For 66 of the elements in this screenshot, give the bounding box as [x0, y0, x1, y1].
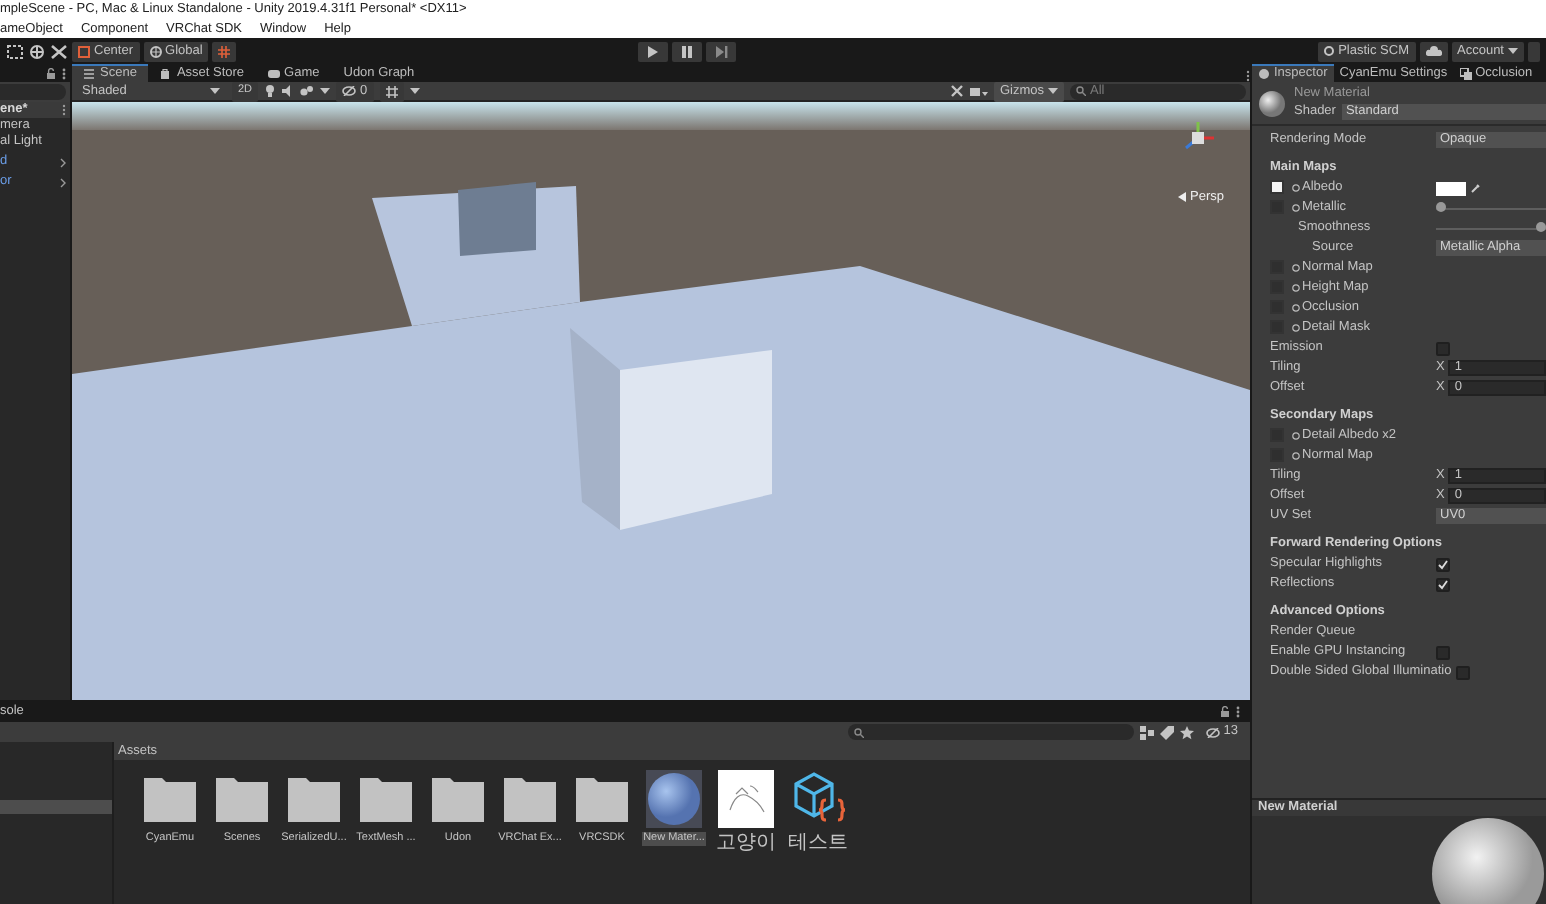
grid-icon: [385, 85, 398, 97]
globe-icon: [149, 45, 162, 57]
caret-icon[interactable]: [409, 87, 420, 95]
eye-slash-icon: [342, 86, 357, 96]
object-picker-icon[interactable]: [1292, 203, 1300, 212]
slider-thumb[interactable]: [1536, 222, 1546, 232]
camera-icon[interactable]: [969, 85, 988, 97]
eye-slash-icon: [1205, 727, 1220, 737]
light-bulb-icon[interactable]: [264, 84, 277, 98]
search-field[interactable]: [847, 724, 1134, 740]
checkbox[interactable]: [1436, 341, 1450, 355]
filter-type-icon[interactable]: [1139, 725, 1154, 739]
occlusion-icon: [1459, 67, 1472, 79]
pivot-icon: [78, 45, 90, 57]
asset-label[interactable]: 고양이: [714, 832, 778, 856]
grid-icon: [218, 45, 231, 57]
texture-slot[interactable]: [1270, 180, 1284, 195]
gamepad-icon: [268, 67, 281, 79]
grid-button[interactable]: [379, 81, 404, 101]
pause-button[interactable]: [672, 41, 703, 61]
asset-label[interactable]: 테스트: [786, 832, 850, 856]
object-picker-icon[interactable]: [1292, 303, 1300, 312]
checkbox[interactable]: [1436, 577, 1450, 591]
search-icon: [853, 727, 864, 737]
object-picker-icon[interactable]: [1292, 263, 1300, 272]
play-icon: [648, 45, 659, 57]
speaker-icon[interactable]: [282, 84, 295, 98]
custom-tool-icon[interactable]: [50, 43, 68, 59]
step-button[interactable]: [706, 41, 737, 61]
caret-icon: [1508, 47, 1518, 55]
eyedropper-icon[interactable]: [1470, 182, 1482, 194]
rect-tool-icon[interactable]: [6, 43, 24, 59]
info-icon: [1258, 68, 1270, 80]
caret-icon: [210, 87, 220, 95]
play-button[interactable]: [638, 41, 669, 61]
search-icon: [1076, 86, 1086, 96]
color-field[interactable]: [1436, 181, 1466, 195]
scene-icon: [84, 68, 96, 80]
caret-icon[interactable]: [320, 87, 331, 95]
search-field[interactable]: [0, 84, 66, 100]
tools-icon[interactable]: [949, 84, 964, 98]
object-picker-icon[interactable]: [1292, 283, 1300, 292]
pause-icon: [682, 45, 693, 57]
cloud-icon: [1425, 46, 1441, 56]
bag-icon: [160, 67, 173, 79]
material-sphere-icon: [1258, 89, 1286, 117]
slider-thumb[interactable]: [1436, 202, 1446, 212]
script-icon[interactable]: [790, 770, 846, 828]
object-picker-icon[interactable]: [1292, 323, 1300, 332]
caret-left-icon: [1178, 192, 1187, 203]
object-picker-icon[interactable]: [1292, 451, 1300, 460]
caret-icon: [1048, 87, 1058, 95]
object-picker-icon[interactable]: [1292, 183, 1300, 192]
cloud-button[interactable]: [1419, 41, 1447, 61]
checkbox[interactable]: [1455, 665, 1470, 679]
checkbox[interactable]: [1436, 645, 1450, 659]
transform-tool-icon[interactable]: [28, 43, 46, 59]
lock-icon[interactable]: [1220, 706, 1230, 718]
effects-icon[interactable]: [300, 84, 315, 98]
material-sphere-icon[interactable]: [646, 770, 702, 828]
star-icon[interactable]: [1179, 725, 1194, 739]
object-picker-icon[interactable]: [1292, 431, 1300, 440]
snap-button[interactable]: [212, 41, 237, 61]
lock-icon[interactable]: [46, 67, 56, 79]
checkbox[interactable]: [1436, 557, 1450, 571]
step-icon: [715, 45, 728, 57]
